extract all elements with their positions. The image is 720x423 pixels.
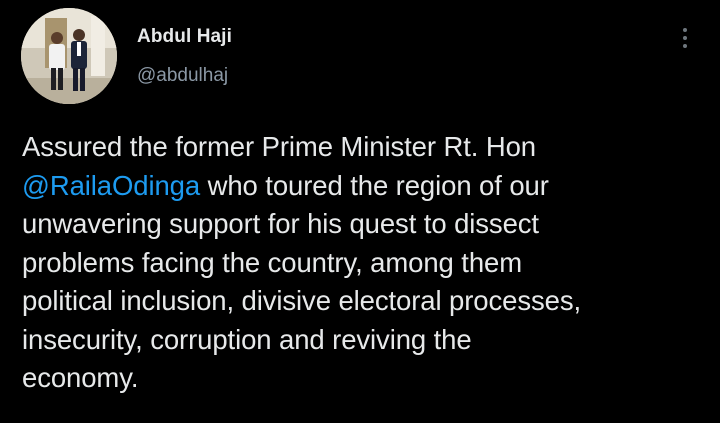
author-handle[interactable]: @abdulhaj (137, 65, 228, 87)
more-dot (683, 28, 687, 32)
mention-link[interactable]: @RailaOdinga (22, 170, 200, 201)
tweet-line: problems facing the country, among them (22, 246, 523, 278)
more-options-icon[interactable] (676, 24, 694, 52)
tweet-line: Assured the former Prime Minister Rt. Ho… (22, 131, 536, 162)
more-dot (683, 44, 687, 48)
tweet-line-text: who toured the region of our (200, 169, 549, 201)
tweet-line: political inclusion, divisive electoral … (22, 285, 582, 316)
avatar-photo (21, 8, 117, 104)
tweet-line: insecurity, corruption and reviving the (22, 323, 472, 355)
author-display-name[interactable]: Abdul Haji (137, 26, 232, 48)
tweet-line: unwavering support for his quest to diss… (22, 208, 539, 239)
tweet-line: @RailaOdinga who toured the region of ou… (22, 167, 712, 206)
more-dot (683, 36, 687, 40)
tweet-card: Abdul Haji @abdulhaj Assured the former … (0, 0, 720, 423)
tweet-text: Assured the former Prime Minister Rt. Ho… (22, 128, 712, 398)
tweet-line: economy. (22, 362, 139, 393)
avatar[interactable] (21, 8, 117, 104)
